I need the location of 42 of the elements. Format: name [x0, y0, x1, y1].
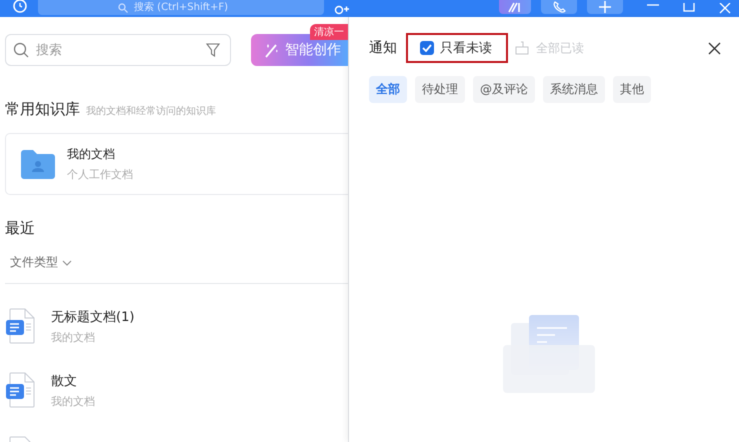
document-icon: [5, 308, 37, 344]
section-subtitle: 我的文档和经常访问的知识库: [86, 104, 216, 118]
filter-icon[interactable]: [206, 43, 220, 57]
section-title: 最近: [5, 219, 36, 238]
file-type-filter[interactable]: 文件类型: [10, 254, 72, 271]
document-location: 我的文档: [51, 330, 96, 344]
document-icon: [5, 372, 37, 408]
promo-badge: 清凉一: [310, 24, 348, 40]
plus-icon: [599, 1, 611, 13]
filter-tab[interactable]: @及评论: [473, 76, 535, 103]
folder-icon: [21, 149, 55, 179]
document-location: 我的文档: [51, 394, 95, 408]
search-field[interactable]: 搜索: [5, 34, 231, 66]
clock-icon[interactable]: [12, 0, 28, 16]
knowledge-description: 个人工作文档: [67, 167, 133, 182]
maximize-icon[interactable]: [683, 2, 695, 14]
ai-button[interactable]: [499, 0, 531, 14]
filter-tab[interactable]: 待处理: [415, 76, 465, 103]
phone-button[interactable]: [541, 0, 577, 14]
unread-only-checkbox[interactable]: [420, 41, 434, 55]
recent-document-item[interactable]: 无标题文档(1) 我的文档: [5, 304, 348, 348]
search-icon: [118, 3, 128, 13]
close-icon[interactable]: [708, 42, 721, 54]
add-button[interactable]: [587, 0, 623, 14]
search-icon: [13, 42, 29, 58]
phone-icon: [552, 1, 566, 13]
panel-title: 通知: [369, 39, 397, 57]
filter-tab[interactable]: 其他: [613, 76, 651, 103]
section-title: 常用知识库: [5, 100, 80, 119]
knowledge-name: 我的文档: [67, 146, 116, 163]
recent-document-item[interactable]: 散文 我的文档: [5, 368, 348, 412]
filter-tab[interactable]: 全部: [369, 76, 407, 103]
document-name: 散文: [51, 372, 78, 390]
magic-wand-icon: [263, 42, 279, 58]
filter-tab[interactable]: 系统消息: [543, 76, 605, 103]
knowledge-card[interactable]: 我的文档 个人工作文档: [5, 133, 348, 195]
checkbox-label: 只看未读: [440, 40, 492, 57]
document-name: 无标题文档(1): [51, 308, 134, 326]
ai-icon: [507, 1, 523, 13]
checkmark-icon: [422, 44, 432, 52]
chevron-down-icon: [62, 260, 72, 266]
search-field[interactable]: 搜索 (Ctrl+Shift+F): [38, 0, 324, 15]
